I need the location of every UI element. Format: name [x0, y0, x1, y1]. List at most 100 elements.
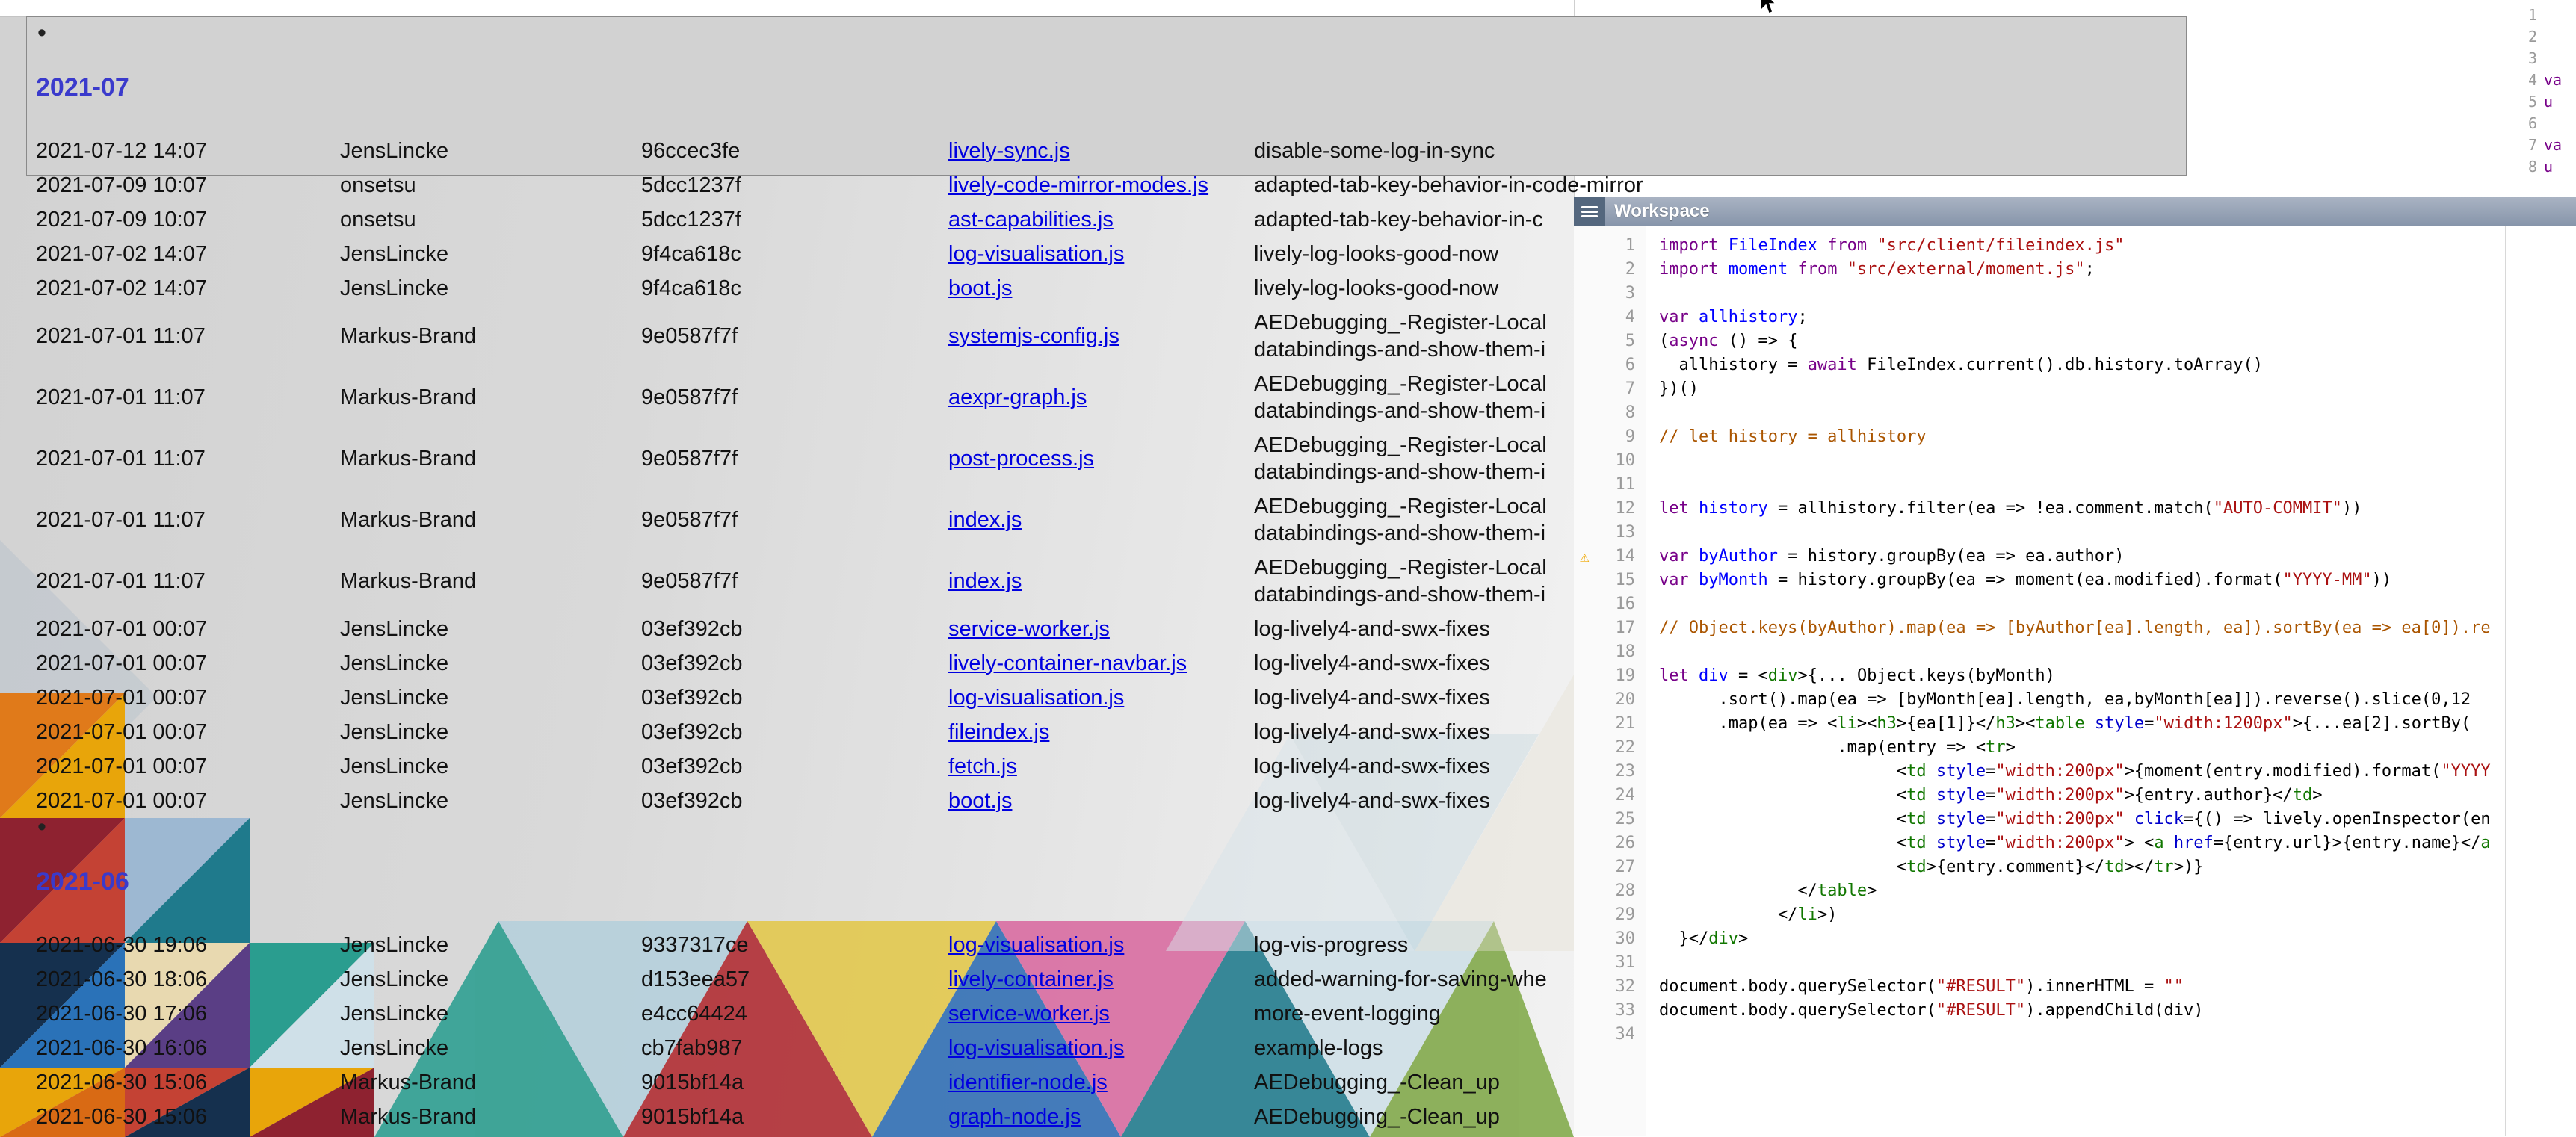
commit-hash: 03ef392cb	[641, 720, 948, 745]
code-text: import moment from "src/external/moment.…	[1646, 258, 2095, 282]
code-token: >	[1738, 929, 1748, 948]
code-line: 17// Object.keys(byAuthor).map(ea => [by…	[1574, 616, 2576, 640]
code-token: td	[1906, 858, 1927, 876]
warning-icon[interactable]: ⚠	[1580, 545, 1590, 568]
commit-hash: 5dcc1237f	[641, 208, 948, 232]
commit-author: Markus-Brand	[340, 385, 641, 410]
code-token: <	[1659, 810, 1906, 828]
code-editor[interactable]: 1import FileIndex from "src/client/filei…	[1574, 226, 2576, 1136]
commit-file-link[interactable]: lively-code-mirror-modes.js	[948, 173, 1254, 198]
commit-author: JensLincke	[340, 139, 641, 164]
commit-file-link[interactable]: log-visualisation.js	[948, 242, 1254, 267]
code-token: >{... Object.keys(byMonth)	[1797, 666, 2054, 685]
code-token: .sort().map(ea => [byMonth[ea].length, e…	[1659, 690, 2471, 709]
commit-file-link[interactable]: systemjs-config.js	[948, 324, 1254, 349]
code-token: "YYYY	[2441, 762, 2490, 781]
code-token: table	[2035, 714, 2084, 733]
background-editor[interactable]: 1234va5u67va8u	[2506, 4, 2576, 229]
code-token: ={() => lively.openInspector(en	[2184, 810, 2491, 828]
background-editor-line: 6	[2506, 113, 2576, 134]
code-text: .sort().map(ea => [byMonth[ea].length, e…	[1646, 688, 2471, 712]
code-token: table	[1817, 882, 1867, 900]
commit-file-link[interactable]: lively-sync.js	[948, 139, 1254, 164]
window-menu-button[interactable]	[1574, 197, 1605, 226]
commit-file-link[interactable]: log-visualisation.js	[948, 933, 1254, 958]
code-line: 31	[1574, 951, 2576, 975]
commit-file-link[interactable]: identifier-node.js	[948, 1071, 1254, 1095]
commit-message: adapted-tab-key-behavior-in-code-mirror	[1254, 172, 1979, 199]
line-number: 15	[1616, 571, 1636, 589]
code-token: div	[1699, 666, 1729, 685]
line-number-gutter: 10	[1574, 449, 1646, 473]
commit-file-link[interactable]: lively-container.js	[948, 967, 1254, 992]
code-token: "AUTO-COMMIT"	[2214, 499, 2342, 518]
line-number-gutter: 5	[1574, 329, 1646, 353]
commit-date: 2021-07-01 11:07	[36, 447, 340, 471]
commit-file-link[interactable]: index.js	[948, 508, 1254, 533]
code-token: > <	[2125, 834, 2155, 852]
code-text: var byMonth = history.groupBy(ea => mome…	[1646, 568, 2391, 592]
code-text: va	[2544, 69, 2562, 91]
commit-file-link[interactable]: boot.js	[948, 789, 1254, 814]
code-token: style	[1936, 810, 1986, 828]
code-line: ⚠14var byAuthor = history.groupBy(ea => …	[1574, 545, 2576, 568]
code-token: = <	[1729, 666, 1768, 685]
code-token: moment	[1729, 260, 1788, 279]
line-number: 30	[1616, 929, 1636, 948]
commit-file-link[interactable]: log-visualisation.js	[948, 1036, 1254, 1061]
commit-date: 2021-07-01 11:07	[36, 324, 340, 349]
code-token: = history.groupBy(ea => moment(ea.modifi…	[1768, 571, 2283, 589]
commit-file-link[interactable]: aexpr-graph.js	[948, 385, 1254, 410]
code-token: "#RESULT"	[1936, 1001, 2025, 1020]
code-token: byMonth	[1699, 571, 1768, 589]
commit-author: JensLincke	[340, 242, 641, 267]
commit-file-link[interactable]: service-worker.js	[948, 1002, 1254, 1026]
code-token: =	[1986, 834, 1995, 852]
code-token: click	[2134, 810, 2184, 828]
code-token: "width:200px"	[1995, 762, 2124, 781]
commit-file-link[interactable]: fileindex.js	[948, 720, 1254, 745]
commit-author: JensLincke	[340, 276, 641, 301]
line-number: 7	[2506, 134, 2544, 156]
commit-file-link[interactable]: graph-node.js	[948, 1105, 1254, 1130]
code-token: tr	[1986, 738, 2006, 757]
commit-row: 2021-07-12 14:07JensLincke96ccec3felivel…	[36, 134, 1979, 168]
commit-author: Markus-Brand	[340, 569, 641, 594]
commit-author: JensLincke	[340, 755, 641, 779]
code-token: history	[1699, 499, 1768, 518]
code-token: () => {	[1718, 332, 1797, 350]
code-token: = history.groupBy(ea => ea.author)	[1778, 547, 2125, 566]
line-number: 31	[1616, 953, 1636, 972]
line-number-gutter: 1	[1574, 234, 1646, 258]
commit-file-link[interactable]: ast-capabilities.js	[948, 208, 1254, 232]
code-token	[1788, 260, 1797, 279]
workspace-titlebar[interactable]: Workspace	[1574, 197, 2576, 226]
code-text: </li>)	[1646, 903, 1837, 927]
commit-file-link[interactable]: boot.js	[948, 276, 1254, 301]
code-text: var allhistory;	[1646, 306, 1808, 329]
commit-file-link[interactable]: log-visualisation.js	[948, 686, 1254, 710]
commit-date: 2021-06-30 17:06	[36, 1002, 340, 1026]
code-token: a	[2480, 834, 2490, 852]
code-text: document.body.querySelector("#RESULT").a…	[1646, 999, 2204, 1023]
code-token: td	[1906, 762, 1927, 781]
line-number: 5	[1625, 332, 1635, 350]
line-number: 4	[1625, 308, 1635, 326]
line-number: 8	[2506, 156, 2544, 178]
commit-file-link[interactable]: service-worker.js	[948, 617, 1254, 642]
commit-author: JensLincke	[340, 789, 641, 814]
code-text: })()	[1646, 377, 1699, 401]
commit-author: JensLincke	[340, 617, 641, 642]
line-number: 10	[1616, 451, 1636, 470]
commit-file-link[interactable]: index.js	[948, 569, 1254, 594]
line-number: 11	[1616, 475, 1636, 494]
code-line: 23 <td style="width:200px">{moment(entry…	[1574, 760, 2576, 784]
commit-file-link[interactable]: fetch.js	[948, 755, 1254, 779]
line-number: 7	[1625, 379, 1635, 398]
line-number-gutter: 7	[1574, 377, 1646, 401]
commit-file-link[interactable]: post-process.js	[948, 447, 1254, 471]
code-text: <td style="width:200px">{entry.author}</…	[1646, 784, 2322, 808]
code-line: 6 allhistory = await FileIndex.current()…	[1574, 353, 2576, 377]
code-line: 29 </li>)	[1574, 903, 2576, 927]
commit-file-link[interactable]: lively-container-navbar.js	[948, 651, 1254, 676]
